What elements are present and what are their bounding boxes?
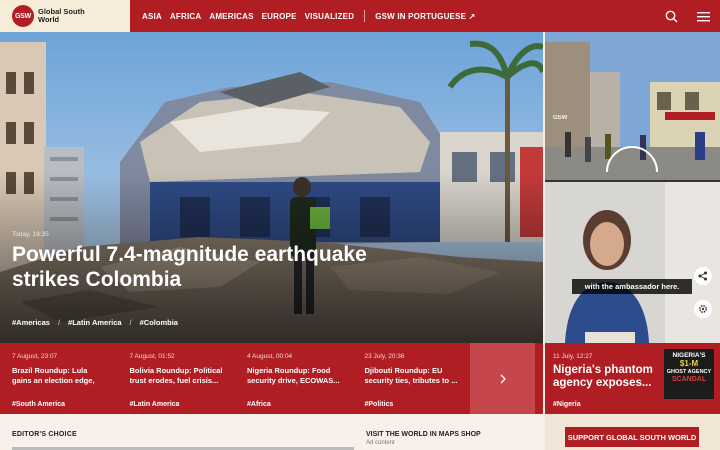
news-card-tag[interactable]: #Politics bbox=[365, 401, 394, 408]
news-card-title[interactable]: Bolivia Roundup: Political trust erodes,… bbox=[130, 366, 224, 386]
nav-africa[interactable]: AFRICA bbox=[170, 12, 201, 21]
news-card[interactable]: 4 August, 00:04 Nigeria Roundup: Food se… bbox=[235, 343, 353, 414]
page: GSW Global South World ASIA AFRICA AMERI… bbox=[0, 0, 720, 450]
nav-asia[interactable]: ASIA bbox=[142, 12, 162, 21]
nav-europe[interactable]: EUROPE bbox=[262, 12, 297, 21]
news-strip: 7 August, 23:07 Brazil Roundup: Lula gai… bbox=[0, 343, 543, 414]
tag-separator: / bbox=[129, 318, 132, 327]
hero-story[interactable]: Today, 19:35 Powerful 7.4-magnitude eart… bbox=[0, 32, 543, 343]
side-news-card[interactable]: 11 July, 12:27 Nigeria's phantom agency … bbox=[545, 343, 720, 414]
editors-choice-heading: EDITOR'S CHOICE bbox=[12, 431, 77, 438]
news-card-title[interactable]: Brazil Roundup: Lula gains an election e… bbox=[12, 366, 106, 386]
chevron-right-icon bbox=[500, 374, 506, 383]
nav-visualized[interactable]: VISUALIZED bbox=[305, 12, 355, 21]
main-nav: ASIA AFRICA AMERICAS EUROPE VISUALIZED G… bbox=[142, 10, 476, 22]
maps-shop-link[interactable]: VISIT THE WORLD IN MAPS SHOP bbox=[366, 431, 481, 438]
hero-headline[interactable]: Powerful 7.4-magnitude earthquake strike… bbox=[12, 242, 392, 292]
video-subtitle: with the ambassador here. bbox=[572, 279, 692, 294]
hero-tags: #Americas / #Latin America / #Colombia bbox=[12, 318, 178, 327]
news-card-tag[interactable]: #Africa bbox=[247, 401, 271, 408]
news-card-date: 23 July, 20:36 bbox=[364, 353, 405, 360]
news-card-tag[interactable]: #Latin America bbox=[130, 401, 180, 408]
logo[interactable]: GSW Global South World bbox=[0, 0, 130, 32]
next-button[interactable] bbox=[470, 343, 535, 414]
speaker-video-frame bbox=[545, 182, 720, 343]
news-card[interactable]: 7 August, 23:07 Brazil Roundup: Lula gai… bbox=[0, 343, 118, 414]
thumb-line: SCANDAL bbox=[671, 376, 707, 383]
hero-timestamp: Today, 19:35 bbox=[12, 231, 49, 238]
nav-americas[interactable]: AMERICAS bbox=[209, 12, 253, 21]
thumb-line: GHOST AGENCY bbox=[666, 369, 712, 375]
news-card-title[interactable]: Djibouti Roundup: EU security ties, trib… bbox=[365, 366, 459, 386]
side-news-tag[interactable]: #Nigeria bbox=[553, 401, 581, 408]
tag-latin-america[interactable]: #Latin America bbox=[68, 318, 122, 327]
street-scene-image bbox=[545, 32, 720, 180]
external-link-icon: ↗ bbox=[468, 11, 476, 21]
tag-americas[interactable]: #Americas bbox=[12, 318, 50, 327]
support-button[interactable]: SUPPORT GLOBAL SOUTH WORLD bbox=[565, 427, 699, 447]
news-card[interactable]: 7 August, 01:52 Bolivia Roundup: Politic… bbox=[118, 343, 236, 414]
side-video-panel[interactable]: GSW with the ambassador here. bbox=[545, 32, 720, 343]
nav-portuguese-label: GSW IN PORTUGUESE bbox=[375, 11, 467, 21]
nav-divider bbox=[364, 10, 366, 22]
news-card[interactable]: 23 July, 20:36 Djibouti Roundup: EU secu… bbox=[353, 343, 471, 414]
video-watermark: GSW bbox=[553, 115, 568, 121]
share-button[interactable] bbox=[694, 267, 712, 285]
side-news-thumbnail[interactable]: NIGERIA'S $1-M GHOST AGENCY SCANDAL bbox=[664, 349, 714, 399]
tag-separator: / bbox=[57, 318, 61, 327]
hero-image bbox=[0, 32, 543, 343]
thumb-line: $1-M bbox=[679, 359, 699, 368]
settings-button[interactable] bbox=[694, 300, 712, 318]
news-card-date: 4 August, 00:04 bbox=[247, 353, 293, 360]
tag-colombia[interactable]: #Colombia bbox=[140, 318, 178, 327]
gear-icon bbox=[699, 305, 707, 313]
share-icon bbox=[698, 271, 707, 281]
side-news-title[interactable]: Nigeria's phantom agency exposes... bbox=[553, 364, 663, 390]
ad-label: Ad content bbox=[366, 440, 395, 446]
logo-mark: GSW bbox=[12, 5, 34, 27]
header-actions bbox=[664, 0, 710, 32]
news-card-date: 7 August, 23:07 bbox=[12, 353, 58, 360]
search-icon[interactable] bbox=[664, 9, 678, 23]
logo-text: Global South World bbox=[38, 7, 85, 24]
news-card-title[interactable]: Nigeria Roundup: Food security drive, EC… bbox=[247, 366, 341, 386]
site-header: GSW Global South World ASIA AFRICA AMERI… bbox=[0, 0, 720, 32]
nav-portuguese[interactable]: GSW IN PORTUGUESE ↗ bbox=[375, 12, 475, 21]
news-card-date: 7 August, 01:52 bbox=[129, 353, 175, 360]
menu-icon[interactable] bbox=[696, 9, 710, 23]
news-card-tag[interactable]: #South America bbox=[12, 401, 65, 408]
